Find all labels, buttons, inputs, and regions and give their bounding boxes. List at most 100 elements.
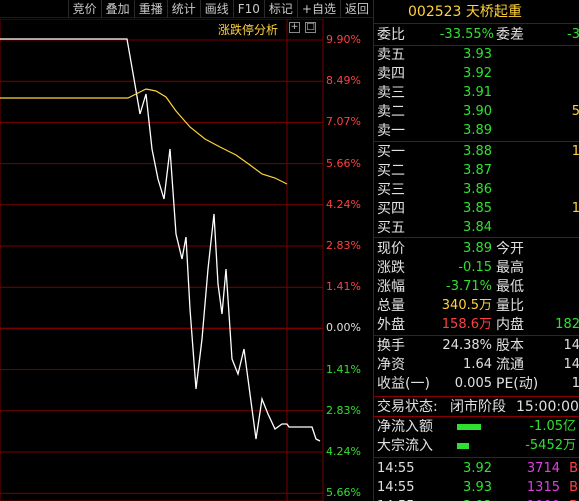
bid-row: 买三 3.86: [374, 181, 579, 199]
stats-value-2: 14: [563, 338, 579, 353]
stats-row: 换手 24.38% 股本 14: [374, 337, 579, 355]
bid-row: 买五 3.84: [374, 219, 579, 237]
quote-label-2: 量比: [496, 298, 524, 314]
toolbar-button-8[interactable]: 返回: [339, 0, 373, 18]
quote-panel: 002523 天桥起重 委比 -33.55% 委差 -3 卖五 3.93 卖四 3.9…: [373, 0, 579, 501]
order-ratio-row: 委比 -33.55% 委差 -3: [374, 26, 579, 44]
toolbar-button-2[interactable]: 重播: [133, 0, 167, 18]
quote-label-2: 今开: [496, 241, 524, 257]
stock-name: 天桥起重: [465, 4, 522, 20]
trading-status-label: 交易状态:: [377, 399, 438, 415]
toolbar-button-5[interactable]: F10: [232, 0, 264, 18]
ask-row: 卖三 3.91: [374, 84, 579, 102]
bid-label: 买二: [377, 163, 405, 179]
quote-row: 总量 340.5万 量比: [374, 297, 579, 315]
bid-label: 买一: [377, 144, 405, 160]
quote-label: 外盘: [377, 317, 405, 333]
toolbar-button-3[interactable]: 统计: [166, 0, 200, 18]
trading-status-value: 闭市阶段: [450, 399, 506, 415]
ask-label: 卖五: [377, 47, 405, 63]
price-tick-label: 2.83%: [326, 239, 361, 252]
trade-volume: 1315: [526, 480, 560, 495]
stats-label-2: PE(动): [496, 376, 539, 392]
trade-volume: 3714: [526, 461, 560, 476]
ask-label: 卖一: [377, 123, 405, 139]
quote-value: 158.6万: [441, 317, 492, 332]
stats-label-2: 股本: [496, 338, 524, 354]
flow-label: 净流入额: [377, 419, 433, 435]
toolbar-button-6[interactable]: 标记: [263, 0, 297, 18]
price-tick-label: 5.66%: [326, 486, 361, 500]
quote-label: 涨幅: [377, 279, 405, 295]
price-tick-label: 4.24%: [326, 445, 361, 458]
toolbar-button-1[interactable]: 叠加: [100, 0, 134, 18]
bid-price: 3.85: [463, 201, 492, 216]
bid-row: 买四 3.85 1: [374, 200, 579, 218]
bid-price: 3.88: [463, 144, 492, 159]
order-diff-label: 委差: [496, 27, 524, 43]
trade-row: 14:55 3.93 1315 B: [374, 479, 579, 497]
intraday-chart[interactable]: 涨跌停分析 + □ 9.90% 8.49% 7.07% 5.66% 4.24% 2.83%…: [0, 19, 373, 501]
price-line: [0, 38, 321, 442]
flow-value: -5452万: [525, 438, 576, 453]
ask-row: 卖二 3.90 5: [374, 103, 579, 121]
price-tick-label: 2.83%: [326, 403, 361, 417]
ask-label: 卖二: [377, 104, 405, 120]
bid-label: 买四: [377, 201, 405, 217]
quote-value: -0.15: [458, 260, 492, 275]
trade-time: 14:55: [377, 461, 415, 476]
window-toggle-icon[interactable]: □: [305, 22, 316, 33]
toolbar-button-7[interactable]: +自选: [296, 0, 340, 18]
ask-price: 3.93: [463, 47, 492, 62]
stats-value-2: 14: [563, 357, 579, 372]
quote-value-2: 182: [555, 317, 579, 332]
stats-label: 换手: [377, 338, 405, 354]
order-ratio-value: -33.55%: [439, 27, 494, 42]
ask-price: 3.90: [463, 104, 492, 119]
bid-label: 买五: [377, 220, 405, 236]
stats-value: 0.005: [454, 376, 492, 391]
stats-row: 收益(一) 0.005 PE(动) 1: [374, 375, 579, 393]
ask-price: 3.91: [463, 85, 492, 100]
ask-label: 卖四: [377, 66, 405, 82]
quote-value: 340.5万: [441, 298, 492, 313]
order-ratio-label: 委比: [377, 27, 405, 43]
bid-price: 3.86: [463, 182, 492, 197]
toolbar-button-0[interactable]: 竞价: [67, 0, 101, 18]
trade-time: 14:55: [377, 480, 415, 495]
bid-row: 买一 3.88 1: [374, 143, 579, 161]
quote-row: 外盘 158.6万 内盘 182: [374, 316, 579, 334]
bid-price: 3.87: [463, 163, 492, 178]
stats-value-2: 1: [571, 376, 579, 391]
bid-price: 3.84: [463, 220, 492, 235]
stats-value: 1.64: [463, 357, 492, 372]
toolbar-button-4[interactable]: 画线: [199, 0, 233, 18]
trade-price: 3.93: [463, 480, 492, 495]
price-tick-label: 8.49%: [326, 74, 361, 88]
limit-analysis-label[interactable]: 涨跌停分析: [218, 21, 278, 38]
ask-row: 卖一 3.89: [374, 122, 579, 140]
price-tick-label: 0.00%: [326, 321, 361, 335]
quote-label-2: 最高: [496, 260, 524, 276]
trade-price: 3.92: [463, 461, 492, 476]
ask-price: 3.92: [463, 66, 492, 81]
quote-label: 涨跌: [377, 260, 405, 276]
trade-row: 14:55 3.92 3714 B: [374, 460, 579, 478]
quote-label-2: 内盘: [496, 317, 524, 333]
quote-value: 3.89: [463, 241, 492, 256]
stats-label-2: 流通: [496, 357, 524, 373]
flow-bar: [457, 424, 481, 430]
price-tick-label: 4.24%: [326, 197, 361, 211]
trade-side: B: [569, 461, 578, 476]
flow-row: 大宗流入 -5452万: [374, 437, 579, 455]
flow-label: 大宗流入: [377, 438, 433, 454]
ask-row: 卖四 3.92: [374, 65, 579, 83]
quote-row: 涨幅 -3.71% 最低: [374, 278, 579, 296]
bid-volume: 1: [571, 201, 579, 216]
flow-value: -1.05亿: [529, 419, 576, 434]
bid-volume: 1: [571, 144, 579, 159]
zoom-in-icon[interactable]: +: [289, 22, 300, 33]
bid-row: 买二 3.87: [374, 162, 579, 180]
trade-side: B: [569, 480, 578, 495]
ask-price: 3.89: [463, 123, 492, 138]
